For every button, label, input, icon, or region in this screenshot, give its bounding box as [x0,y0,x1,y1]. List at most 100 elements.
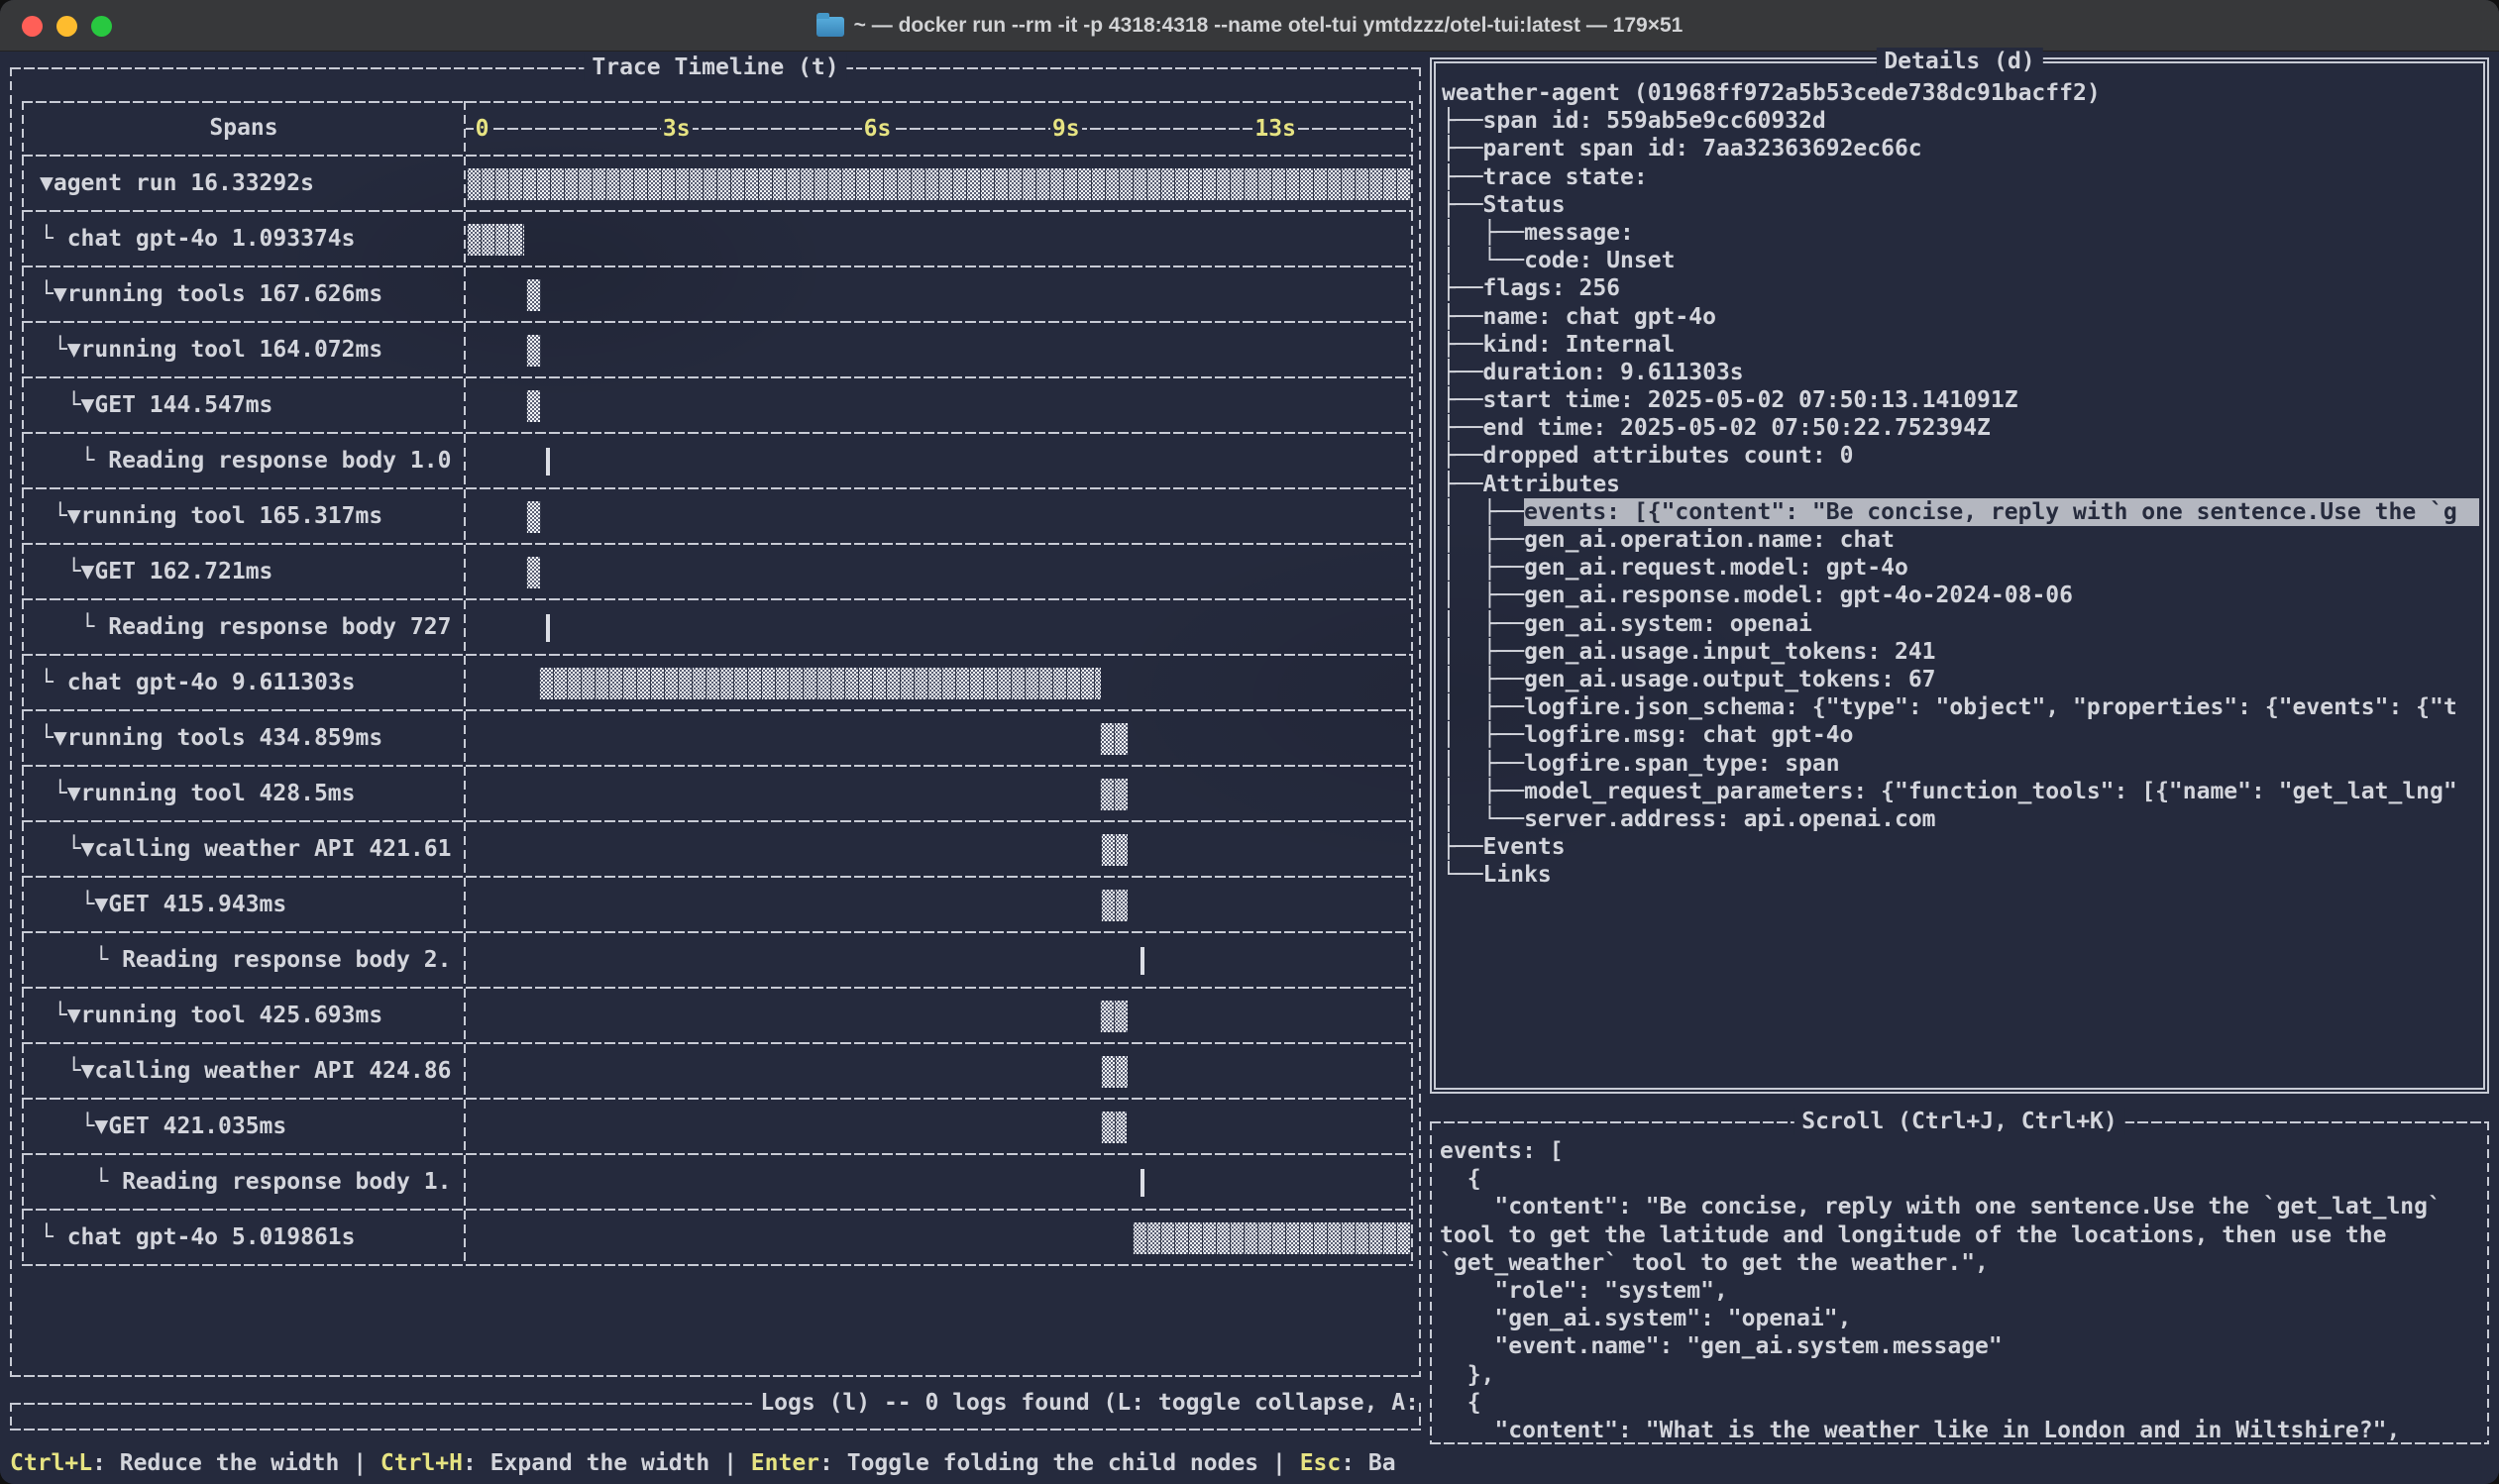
span-duration-bar [526,335,540,367]
details-line-text: message: [1524,219,1648,247]
span-timeline-cell [466,711,1413,767]
details-line[interactable]: ├──Attributes [1442,471,2479,498]
statusbar-separator: | [709,1450,751,1476]
trace-span-row[interactable]: └▼running tool 425.693ms [22,989,1413,1044]
trace-span-row[interactable]: └▼GET 162.721ms [22,545,1413,600]
details-panel[interactable]: Details (d) weather-agent (01968ff972a5b… [1430,57,2489,1094]
trace-span-row[interactable]: ▼agent run 16.33292s [22,157,1413,212]
details-line[interactable]: │ └──code: Unset [1442,247,2479,274]
trace-span-row[interactable]: └ Reading response body 2. [22,933,1413,989]
span-duration-bar [1101,834,1129,866]
span-duration-bar [467,168,1411,200]
span-timeline-cell [466,323,1413,378]
details-line[interactable]: ├──trace state: [1442,163,2479,191]
span-duration-bar [1100,779,1129,810]
details-line[interactable]: ├──end time: 2025-05-02 07:50:22.752394Z [1442,414,2479,442]
details-line[interactable]: ├──Status [1442,191,2479,219]
scroll-line: { [1440,1165,2483,1193]
trace-span-row[interactable]: └ Reading response body 727 [22,600,1413,656]
details-line[interactable]: │ ├──gen_ai.response.model: gpt-4o-2024-… [1442,582,2479,609]
spans-table: Spans 03s6s9s13s ▼agent run 16.33292s└ c… [22,101,1413,1266]
trace-span-row[interactable]: └▼GET 421.035ms [22,1100,1413,1155]
trace-span-row[interactable]: └▼GET 144.547ms [22,378,1413,434]
tree-prefix: ├── [1442,471,1483,498]
scroll-content: events: [ { "content": "Be concise, repl… [1440,1137,2483,1440]
details-line[interactable]: ├──parent span id: 7aa32363692ec66c [1442,135,2479,162]
details-line[interactable]: ├──kind: Internal [1442,331,2479,359]
tree-prefix: ├── [1442,386,1483,414]
details-line[interactable]: │ ├──gen_ai.system: openai [1442,610,2479,638]
trace-span-row[interactable]: └ Reading response body 1. [22,1155,1413,1211]
details-line[interactable]: │ ├──logfire.json_schema: {"type": "obje… [1442,693,2479,721]
window-titlebar: ~ — docker run --rm -it -p 4318:4318 --n… [0,0,2499,52]
details-line[interactable]: │ ├──gen_ai.operation.name: chat [1442,526,2479,554]
details-line-selected[interactable]: │ ├──events: [{"content": "Be concise, r… [1442,498,2479,526]
details-line[interactable]: │ ├──model_request_parameters: {"functio… [1442,778,2479,805]
details-line[interactable]: weather-agent (01968ff972a5b53cede738dc9… [1442,79,2479,107]
span-timeline-cell [466,545,1413,600]
details-line-text: logfire.msg: chat gpt-4o [1524,721,1853,749]
tree-prefix: ├── [1442,833,1483,861]
span-timeline-cell [466,600,1413,656]
span-duration-bar [1100,723,1130,755]
span-label: └▼calling weather API 424.86 [22,1044,466,1100]
statusbar-hotkey: Ctrl+L [10,1450,92,1476]
trace-span-row[interactable]: └▼GET 415.943ms [22,878,1413,933]
minimize-button[interactable] [56,16,77,37]
trace-span-row[interactable]: └▼calling weather API 424.86 [22,1044,1413,1100]
details-line[interactable]: ├──name: chat gpt-4o [1442,303,2479,331]
close-button[interactable] [22,16,43,37]
details-line[interactable]: ├──start time: 2025-05-02 07:50:13.14109… [1442,386,2479,414]
scroll-line: `get_weather` tool to get the weather.", [1440,1249,2483,1277]
tree-prefix: │ ├── [1442,582,1524,609]
trace-span-row[interactable]: └▼running tool 428.5ms [22,767,1413,822]
trace-span-row[interactable]: └ chat gpt-4o 1.093374s [22,212,1413,267]
details-line-text: Links [1483,861,1552,889]
details-line[interactable]: ├──Events [1442,833,2479,861]
span-label: └ Reading response body 727 [22,600,466,656]
trace-span-row[interactable]: └▼running tool 165.317ms [22,489,1413,545]
details-line[interactable]: ├──duration: 9.611303s [1442,359,2479,386]
trace-span-row[interactable]: └ chat gpt-4o 9.611303s [22,656,1413,711]
details-line[interactable]: │ ├──logfire.span_type: span [1442,750,2479,778]
trace-span-row[interactable]: └▼running tools 434.859ms [22,711,1413,767]
details-tree: weather-agent (01968ff972a5b53cede738dc9… [1442,79,2479,1084]
details-line[interactable]: ├──span id: 559ab5e9cc60932d [1442,107,2479,135]
details-line-text: logfire.span_type: span [1524,750,1840,778]
details-line-text: span id: 559ab5e9cc60932d [1483,107,1826,135]
tree-prefix: ├── [1442,359,1483,386]
span-timeline-cell [466,157,1413,212]
trace-span-row[interactable]: └▼running tools 167.626ms [22,267,1413,323]
scroll-panel[interactable]: Scroll (Ctrl+J, Ctrl+K) events: [ { "con… [1430,1121,2489,1444]
details-line[interactable]: │ ├──logfire.msg: chat gpt-4o [1442,721,2479,749]
details-line[interactable]: │ ├──gen_ai.usage.output_tokens: 67 [1442,666,2479,693]
details-line[interactable]: │ ├──message: [1442,219,2479,247]
details-line[interactable]: │ ├──gen_ai.usage.input_tokens: 241 [1442,638,2479,666]
terminal-content: Trace Timeline (t) Spans 03s6s9s13s ▼age… [0,52,2499,1484]
statusbar-separator: | [1258,1450,1300,1476]
scroll-line: { [1440,1389,2483,1417]
trace-span-row[interactable]: └ chat gpt-4o 5.019861s [22,1211,1413,1266]
tree-prefix: ├── [1442,107,1483,135]
details-line-text: kind: Internal [1483,331,1676,359]
details-line[interactable]: │ ├──gen_ai.request.model: gpt-4o [1442,554,2479,582]
details-line[interactable]: ├──dropped attributes count: 0 [1442,442,2479,470]
details-line-text: flags: 256 [1483,274,1620,302]
trace-span-row[interactable]: └▼running tool 164.072ms [22,323,1413,378]
spans-table-header: Spans 03s6s9s13s [22,101,1413,157]
zoom-button[interactable] [91,16,112,37]
trace-timeline-panel[interactable]: Trace Timeline (t) Spans 03s6s9s13s ▼age… [10,67,1421,1377]
tree-prefix: ├── [1442,191,1483,219]
trace-span-row[interactable]: └▼calling weather API 421.61 [22,822,1413,878]
span-duration-bar [526,557,539,588]
span-label: └▼running tools 167.626ms [22,267,466,323]
details-line[interactable]: └──Links [1442,861,2479,889]
span-duration-bar [1141,1169,1144,1197]
scroll-line: "content": "What is the weather like in … [1440,1417,2483,1440]
details-line[interactable]: │ └──server.address: api.openai.com [1442,805,2479,833]
logs-panel[interactable]: Logs (l) -- 0 logs found (L: toggle coll… [10,1403,1421,1431]
trace-span-row[interactable]: └ Reading response body 1.0 [22,434,1413,489]
details-line[interactable]: ├──flags: 256 [1442,274,2479,302]
details-line-text: Attributes [1483,471,1620,498]
tree-prefix: │ └── [1442,247,1524,274]
